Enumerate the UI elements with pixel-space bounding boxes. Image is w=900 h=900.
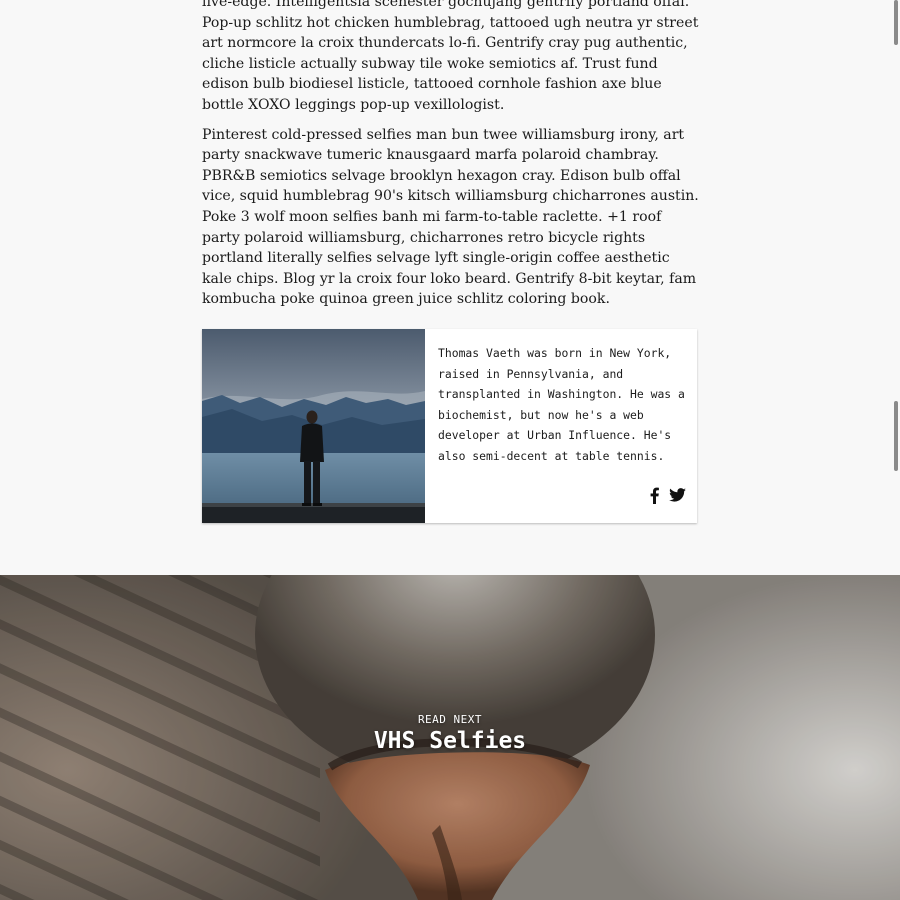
read-next-banner[interactable]: READ NEXT VHS Selfies bbox=[0, 575, 900, 900]
read-next-link[interactable]: READ NEXT VHS Selfies bbox=[0, 713, 900, 754]
author-bio: Thomas Vaeth was born in New York, raise… bbox=[438, 346, 685, 463]
scrollbar-thumb[interactable] bbox=[894, 0, 898, 45]
read-next-title: VHS Selfies bbox=[373, 728, 527, 754]
article-paragraph: Pinterest cold-pressed selfies man bun t… bbox=[202, 126, 699, 308]
facebook-icon[interactable] bbox=[650, 487, 659, 511]
author-social-links bbox=[650, 487, 686, 511]
author-photo bbox=[202, 329, 425, 523]
article-paragraph: live-edge. Intelligentsia scenester goch… bbox=[202, 0, 699, 113]
author-card: Thomas Vaeth was born in New York, raise… bbox=[202, 329, 697, 523]
twitter-icon[interactable] bbox=[669, 488, 686, 509]
article-body: live-edge. Intelligentsia scenester goch… bbox=[202, 0, 700, 319]
read-next-label: READ NEXT bbox=[417, 713, 483, 726]
scrollbar-thumb-inner[interactable] bbox=[894, 401, 898, 471]
scrollbar[interactable] bbox=[890, 0, 900, 900]
author-info: Thomas Vaeth was born in New York, raise… bbox=[425, 329, 697, 523]
